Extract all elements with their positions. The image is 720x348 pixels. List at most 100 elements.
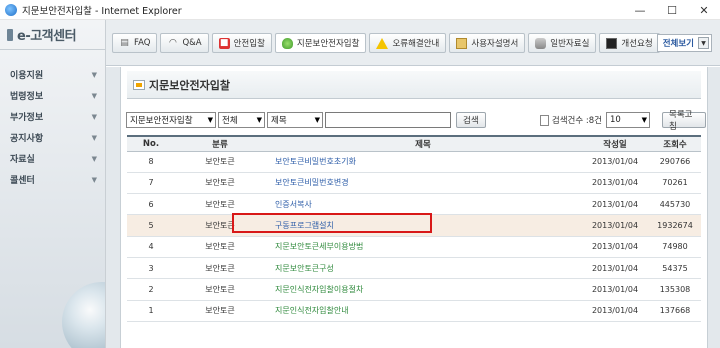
manual-icon: [456, 37, 468, 49]
globe-decoration-icon: [62, 282, 105, 348]
row-title-cell: 보안토큰비밀번호변경: [265, 172, 581, 195]
row-title-cell: 지문인식전자입찰이용절차: [265, 278, 581, 301]
close-button[interactable]: ✕: [688, 0, 720, 20]
sidebar-item-label: 공지사항: [10, 134, 44, 144]
category-select-value: 지문보안전자입찰: [130, 116, 193, 126]
column-header-views[interactable]: 조회수: [649, 135, 701, 152]
search-bar: 지문보안전자입찰 ▼ 전체 ▼ 제목 ▼ 검색 검색건수 :8건 10 ▼ 목록고침: [126, 110, 706, 132]
column-header-no[interactable]: No.: [127, 135, 175, 152]
page-heading: 지문보안전자입찰: [127, 71, 701, 99]
row-views: 290766: [649, 151, 701, 173]
search-button[interactable]: 검색: [456, 112, 486, 128]
table-row[interactable]: 1 보안토큰 지문인식전자입찰안내 2013/01/04 137668: [127, 300, 701, 322]
row-views: 135308: [649, 278, 701, 301]
sidebar-item-label: 이용지원: [10, 71, 44, 81]
sidebar: e-고객센터 이용지원 ▼ 법령정보 ▼ 부가정보 ▼ 공지사항 ▼ 자료실 ▼ 콜센터 ▼: [0, 20, 106, 348]
tab-label: Q&A: [182, 38, 202, 48]
row-title-link[interactable]: 보안토큰비밀번호초기화: [275, 157, 356, 166]
window-title: 지문보안전자입찰 - Internet Explorer: [22, 5, 182, 17]
row-title-link[interactable]: 구동프로그램설치: [275, 221, 334, 230]
tab-faq[interactable]: ▤ FAQ: [112, 33, 158, 53]
row-date: 2013/01/04: [581, 257, 649, 280]
brand[interactable]: e-고객센터: [0, 20, 105, 50]
table-header-row: No. 분류 제목 작성일 조회수: [127, 135, 701, 152]
view-all-dropdown[interactable]: 전체보기 ▼: [656, 34, 712, 52]
rows-per-page-value: 10: [610, 115, 621, 125]
top-tab-bar: ▤ FAQ ◠ Q&A ■ 안전입찰 지문보안전자입찰 오류해결안내 사용자설명서 일…: [106, 20, 720, 66]
row-title-link[interactable]: 보안토큰비밀번호변경: [275, 178, 349, 187]
tab-label: 지문보안전자입찰: [296, 39, 360, 49]
table-row[interactable]: 3 보안토큰 지문보안토큰구성 2013/01/04 54375: [127, 257, 701, 280]
row-title-cell: 지문보안토큰구성: [265, 257, 581, 280]
row-views: 70261: [649, 172, 701, 195]
chevron-down-icon: ▼: [91, 133, 97, 142]
sidebar-item-law-info[interactable]: 법령정보 ▼: [0, 85, 105, 106]
window-controls: — ☐ ✕: [624, 0, 720, 20]
tab-label: FAQ: [134, 38, 151, 48]
row-title-cell: 구동프로그램설치: [265, 214, 581, 237]
column-header-date[interactable]: 작성일: [581, 135, 649, 152]
row-category: 보안토큰: [175, 172, 265, 195]
row-category: 보안토큰: [175, 257, 265, 280]
headset-icon: ◠: [169, 38, 177, 48]
result-count-text: 검색건수 :8건: [551, 116, 602, 126]
row-title-link[interactable]: 지문보안토큰세부이용방법: [275, 242, 363, 251]
tab-label: 일반자료실: [550, 39, 590, 49]
field-select[interactable]: 제목 ▼: [267, 112, 323, 128]
table-row-highlighted[interactable]: 5 보안토큰 구동프로그램설치 2013/01/04 1932674: [127, 214, 701, 237]
column-header-category[interactable]: 분류: [175, 135, 265, 152]
page-icon: [539, 114, 549, 126]
row-title-link[interactable]: 지문인식전자입찰안내: [275, 306, 349, 315]
row-no: 3: [127, 257, 175, 280]
sidebar-item-notices[interactable]: 공지사항 ▼: [0, 127, 105, 148]
tab-fingerprint-bidding[interactable]: 지문보안전자입찰: [274, 33, 367, 53]
security-icon: ■: [218, 37, 230, 49]
tab-qa[interactable]: ◠ Q&A: [160, 33, 209, 53]
sidebar-item-call-center[interactable]: 콜센터 ▼: [0, 169, 105, 190]
search-input[interactable]: [325, 112, 451, 128]
sidebar-item-label: 법령정보: [10, 92, 44, 102]
sidebar-item-label: 콜센터: [10, 176, 35, 186]
board-icon: [133, 79, 145, 90]
tab-general-resources[interactable]: 일반자료실: [528, 33, 597, 53]
table-row[interactable]: 2 보안토큰 지문인식전자입찰이용절차 2013/01/04 135308: [127, 278, 701, 301]
refresh-list-button[interactable]: 목록고침: [662, 110, 706, 132]
warning-icon: [376, 37, 389, 49]
chevron-down-icon: ▼: [91, 175, 97, 184]
tab-user-manual[interactable]: 사용자설명서: [449, 33, 526, 53]
row-title-link[interactable]: 인증서복사: [275, 200, 312, 209]
tab-error-guide[interactable]: 오류해결안내: [369, 33, 447, 53]
row-title-link[interactable]: 지문보안토큰구성: [275, 264, 334, 273]
row-category: 보안토큰: [175, 193, 265, 216]
row-category: 보안토큰: [175, 300, 265, 322]
brand-title: e-고객센터: [17, 29, 77, 44]
sidebar-item-extra-info[interactable]: 부가정보 ▼: [0, 106, 105, 127]
column-header-title[interactable]: 제목: [265, 135, 581, 152]
field-select-value: 제목: [271, 116, 287, 126]
category-select[interactable]: 지문보안전자입찰 ▼: [126, 112, 216, 128]
rows-per-page-select[interactable]: 10 ▼: [606, 112, 650, 128]
sidebar-menu: 이용지원 ▼ 법령정보 ▼ 부가정보 ▼ 공지사항 ▼ 자료실 ▼ 콜센터 ▼: [0, 64, 105, 190]
minimize-button[interactable]: —: [624, 0, 656, 20]
row-title-link[interactable]: 지문인식전자입찰이용절차: [275, 285, 363, 294]
row-title-cell: 보안토큰비밀번호초기화: [265, 151, 581, 173]
table-row[interactable]: 7 보안토큰 보안토큰비밀번호변경 2013/01/04 70261: [127, 172, 701, 195]
maximize-button[interactable]: ☐: [656, 0, 688, 20]
row-category: 보안토큰: [175, 151, 265, 173]
database-icon: [535, 37, 547, 49]
tab-label: 사용자설명서: [471, 39, 519, 49]
row-title-cell: 인증서복사: [265, 193, 581, 216]
tab-label: 오류해결안내: [392, 39, 440, 49]
row-no: 4: [127, 236, 175, 258]
scope-select[interactable]: 전체 ▼: [218, 112, 265, 128]
table-row[interactable]: 6 보안토큰 인증서복사 2013/01/04 445730: [127, 193, 701, 216]
sidebar-item-usage-support[interactable]: 이용지원 ▼: [0, 64, 105, 85]
tab-safe-bidding[interactable]: ■ 안전입찰: [211, 33, 272, 53]
tab-improvement-request[interactable]: 개선요청: [599, 33, 660, 53]
board-panel: 지문보안전자입찰 지문보안전자입찰 ▼ 전체 ▼ 제목 ▼ 검색 검색건수 :8건 1…: [120, 67, 708, 348]
sidebar-item-resources[interactable]: 자료실 ▼: [0, 148, 105, 169]
table-row[interactable]: 8 보안토큰 보안토큰비밀번호초기화 2013/01/04 290766: [127, 151, 701, 173]
chevron-down-icon: ▼: [91, 112, 97, 121]
brand-icon: [7, 28, 13, 41]
table-row[interactable]: 4 보안토큰 지문보안토큰세부이용방법 2013/01/04 74980: [127, 236, 701, 258]
